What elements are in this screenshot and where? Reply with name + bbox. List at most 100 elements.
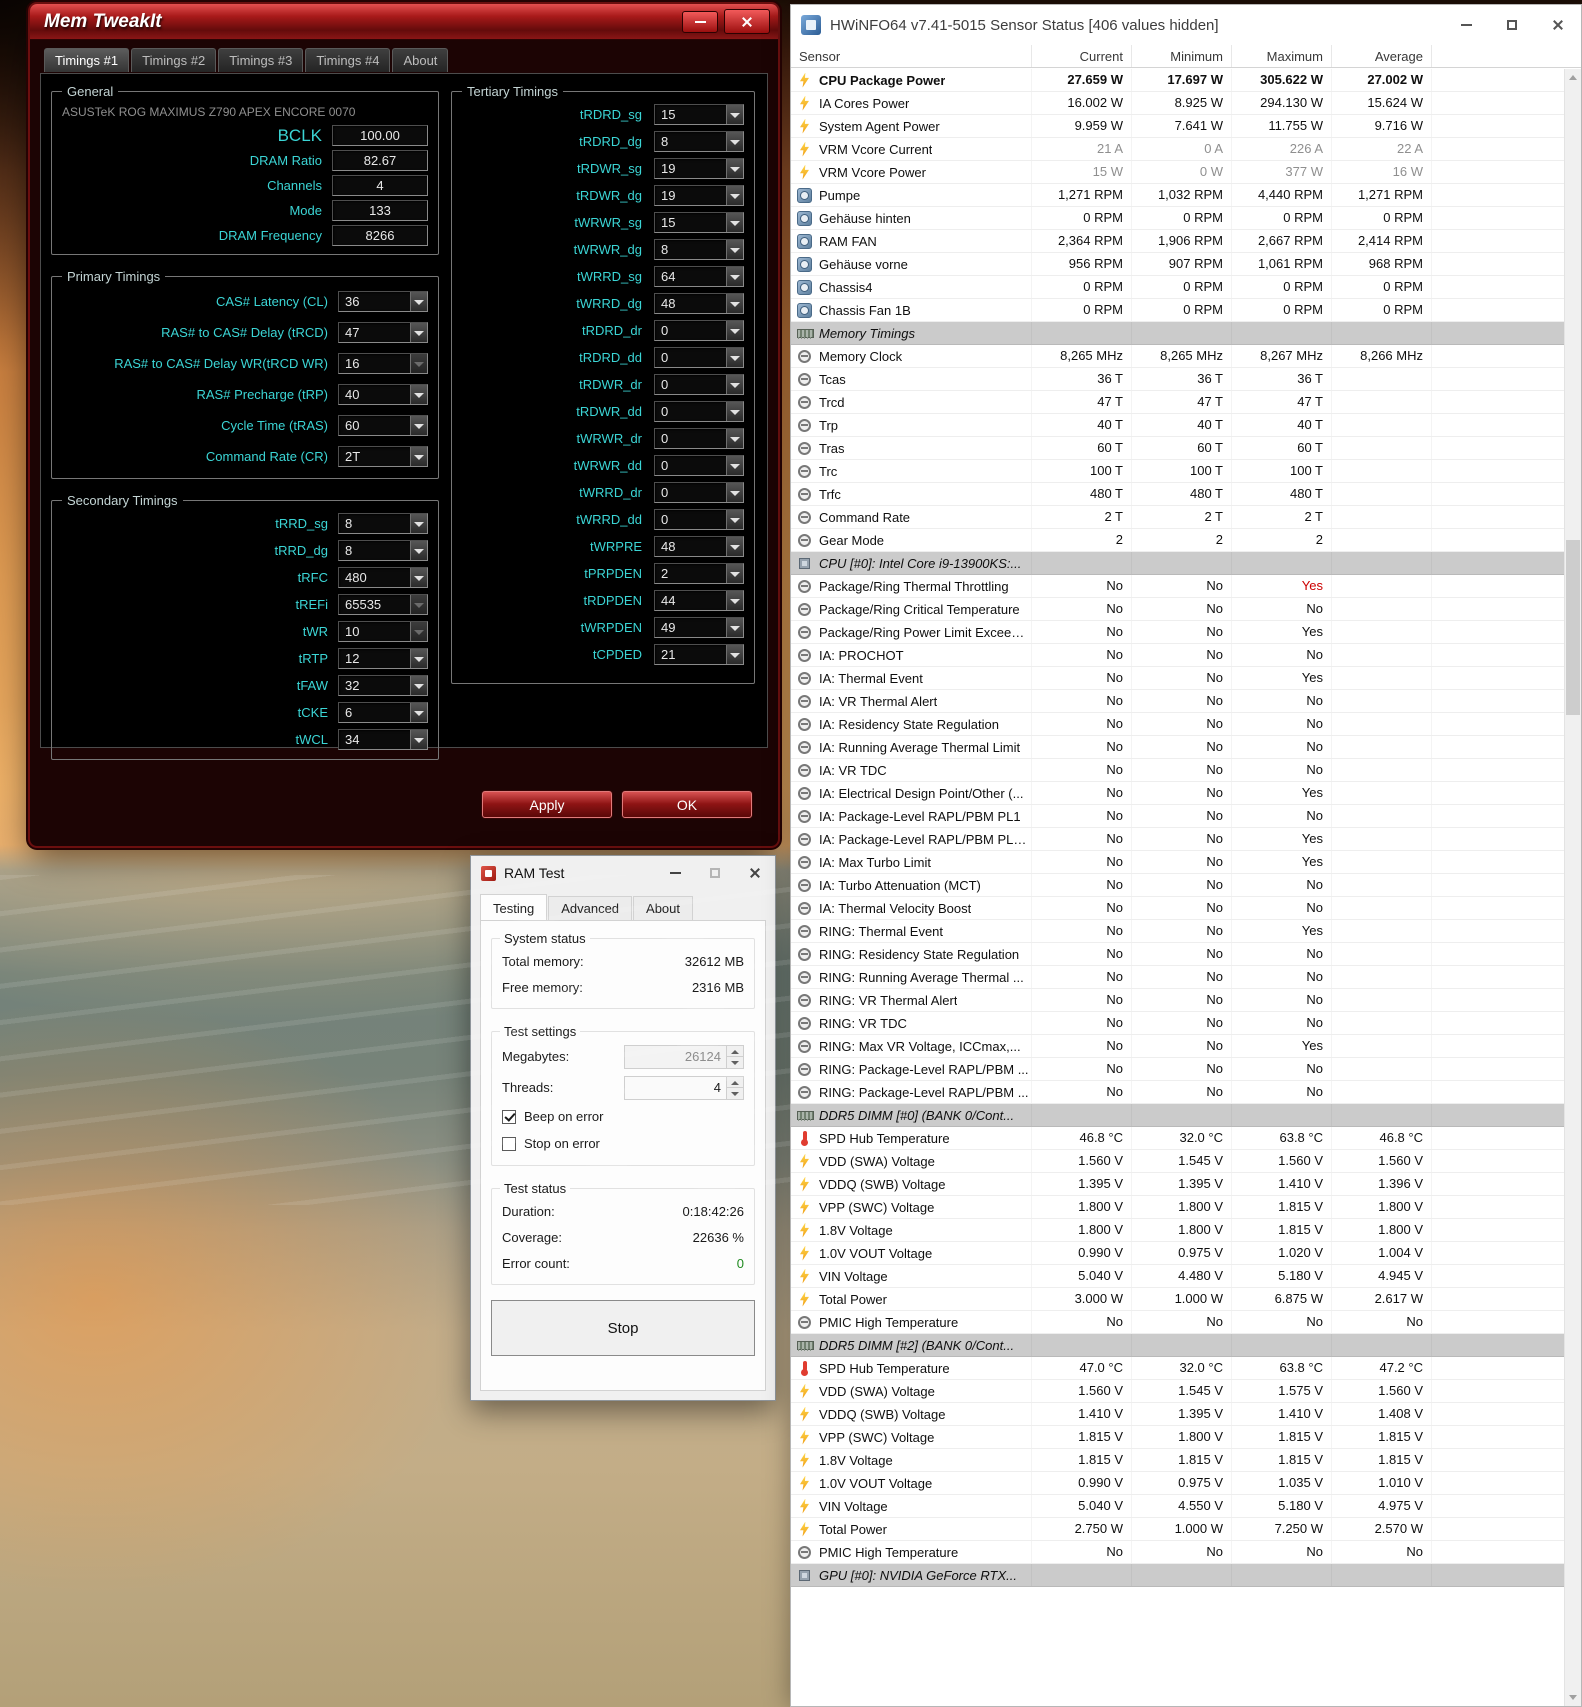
sensor-row[interactable]: IA: VR TDC No No No bbox=[791, 759, 1564, 782]
sensor-row[interactable]: RAM FAN 2,364 RPM 1,906 RPM 2,667 RPM 2,… bbox=[791, 230, 1564, 253]
column-header-sensor[interactable]: Sensor bbox=[791, 45, 1031, 67]
sensor-row[interactable]: GPU [#0]: NVIDIA GeForce RTX... bbox=[791, 1564, 1564, 1587]
sensor-row[interactable]: Tcas 36 T 36 T 36 T bbox=[791, 368, 1564, 391]
chevron-down-icon[interactable] bbox=[726, 321, 743, 340]
sensor-row[interactable]: IA: Turbo Attenuation (MCT) No No No bbox=[791, 874, 1564, 897]
timing-combobox[interactable]: 44 bbox=[654, 590, 744, 611]
timing-combobox[interactable]: 47 bbox=[338, 322, 428, 343]
chevron-down-icon[interactable] bbox=[410, 649, 427, 668]
sensor-row[interactable]: RING: VR TDC No No No bbox=[791, 1012, 1564, 1035]
sensor-row[interactable]: 1.8V Voltage 1.800 V 1.800 V 1.815 V 1.8… bbox=[791, 1219, 1564, 1242]
column-header-maximum[interactable]: Maximum bbox=[1231, 45, 1331, 67]
chevron-down-icon[interactable] bbox=[726, 132, 743, 151]
sensor-row[interactable]: VIN Voltage 5.040 V 4.480 V 5.180 V 4.94… bbox=[791, 1265, 1564, 1288]
timing-combobox[interactable]: 8 bbox=[338, 540, 428, 561]
sensor-row[interactable]: Package/Ring Critical Temperature No No … bbox=[791, 598, 1564, 621]
timing-combobox[interactable]: 34 bbox=[338, 729, 428, 750]
sensor-row[interactable]: RING: Thermal Event No No Yes bbox=[791, 920, 1564, 943]
chevron-down-icon[interactable] bbox=[726, 348, 743, 367]
memtweakit-close-button[interactable] bbox=[724, 9, 770, 34]
sensor-row[interactable]: Chassis4 0 RPM 0 RPM 0 RPM 0 RPM bbox=[791, 276, 1564, 299]
sensor-row[interactable]: Tras 60 T 60 T 60 T bbox=[791, 437, 1564, 460]
chevron-down-icon[interactable] bbox=[726, 159, 743, 178]
sensor-row[interactable]: Chassis Fan 1B 0 RPM 0 RPM 0 RPM 0 RPM bbox=[791, 299, 1564, 322]
sensor-row[interactable]: IA: Thermal Velocity Boost No No No bbox=[791, 897, 1564, 920]
timing-combobox[interactable]: 15 bbox=[654, 212, 744, 233]
threads-input[interactable]: 4 bbox=[624, 1075, 744, 1100]
timing-combobox[interactable]: 19 bbox=[654, 185, 744, 206]
sensor-row[interactable]: RING: Package-Level RAPL/PBM ... No No N… bbox=[791, 1081, 1564, 1104]
sensor-row[interactable]: Total Power 2.750 W 1.000 W 7.250 W 2.57… bbox=[791, 1518, 1564, 1541]
memtweakit-titlebar[interactable]: Mem TweakIt bbox=[30, 4, 778, 40]
timing-combobox[interactable]: 12 bbox=[338, 648, 428, 669]
sensor-row[interactable]: Package/Ring Power Limit Exceeded No No … bbox=[791, 621, 1564, 644]
timing-combobox[interactable]: 0 bbox=[654, 509, 744, 530]
sensor-row[interactable]: IA: Electrical Design Point/Other (... N… bbox=[791, 782, 1564, 805]
sensor-row[interactable]: Trfc 480 T 480 T 480 T bbox=[791, 483, 1564, 506]
hwinfo-close-button[interactable] bbox=[1535, 5, 1581, 45]
chevron-down-icon[interactable] bbox=[726, 483, 743, 502]
chevron-down-icon[interactable] bbox=[410, 292, 427, 311]
timing-combobox[interactable]: 2 bbox=[654, 563, 744, 584]
ramtest-minimize-button[interactable] bbox=[655, 856, 695, 890]
sensor-row[interactable]: IA Cores Power 16.002 W 8.925 W 294.130 … bbox=[791, 92, 1564, 115]
stepper-up-icon[interactable] bbox=[727, 1076, 743, 1088]
timing-combobox[interactable]: 32 bbox=[338, 675, 428, 696]
chevron-down-icon[interactable] bbox=[726, 537, 743, 556]
sensor-row[interactable]: RING: Max VR Voltage, ICCmax,... No No Y… bbox=[791, 1035, 1564, 1058]
sensor-row[interactable]: CPU [#0]: Intel Core i9-13900KS:... bbox=[791, 552, 1564, 575]
sensor-row[interactable]: PMIC High Temperature No No No No bbox=[791, 1541, 1564, 1564]
timing-combobox[interactable]: 64 bbox=[654, 266, 744, 287]
memtweakit-tab[interactable]: Timings #3 bbox=[218, 48, 304, 72]
timing-combobox[interactable]: 0 bbox=[654, 428, 744, 449]
ok-button[interactable]: OK bbox=[622, 791, 752, 818]
chevron-down-icon[interactable] bbox=[726, 186, 743, 205]
chevron-down-icon[interactable] bbox=[726, 105, 743, 124]
chevron-down-icon[interactable] bbox=[726, 564, 743, 583]
sensor-row[interactable]: VPP (SWC) Voltage 1.800 V 1.800 V 1.815 … bbox=[791, 1196, 1564, 1219]
scroll-up-icon[interactable] bbox=[1565, 69, 1581, 86]
chevron-down-icon[interactable] bbox=[410, 676, 427, 695]
sensor-row[interactable]: SPD Hub Temperature 47.0 °C 32.0 °C 63.8… bbox=[791, 1357, 1564, 1380]
sensor-row[interactable]: Pumpe 1,271 RPM 1,032 RPM 4,440 RPM 1,27… bbox=[791, 184, 1564, 207]
column-header-minimum[interactable]: Minimum bbox=[1131, 45, 1231, 67]
chevron-down-icon[interactable] bbox=[726, 510, 743, 529]
sensor-row[interactable]: Memory Timings bbox=[791, 322, 1564, 345]
timing-combobox[interactable]: 36 bbox=[338, 291, 428, 312]
sensor-row[interactable]: IA: PROCHOT No No No bbox=[791, 644, 1564, 667]
chevron-down-icon[interactable] bbox=[726, 213, 743, 232]
stepper-down-icon[interactable] bbox=[727, 1088, 743, 1099]
timing-combobox[interactable]: 15 bbox=[654, 104, 744, 125]
vertical-scrollbar[interactable] bbox=[1564, 69, 1581, 1706]
chevron-down-icon[interactable] bbox=[726, 591, 743, 610]
sensor-row[interactable]: Trc 100 T 100 T 100 T bbox=[791, 460, 1564, 483]
timing-combobox[interactable]: 16 bbox=[338, 353, 428, 374]
chevron-down-icon[interactable] bbox=[726, 267, 743, 286]
sensor-row[interactable]: IA: Max Turbo Limit No No Yes bbox=[791, 851, 1564, 874]
apply-button[interactable]: Apply bbox=[482, 791, 612, 818]
ramtest-titlebar[interactable]: RAM Test bbox=[471, 856, 775, 890]
chevron-down-icon[interactable] bbox=[410, 447, 427, 466]
sensor-row[interactable]: IA: Residency State Regulation No No No bbox=[791, 713, 1564, 736]
sensor-row[interactable]: RING: Running Average Thermal ... No No … bbox=[791, 966, 1564, 989]
timing-combobox[interactable]: 0 bbox=[654, 347, 744, 368]
sensor-row[interactable]: 1.0V VOUT Voltage 0.990 V 0.975 V 1.035 … bbox=[791, 1472, 1564, 1495]
sensor-row[interactable]: RING: VR Thermal Alert No No No bbox=[791, 989, 1564, 1012]
sensor-row[interactable]: Memory Clock 8,265 MHz 8,265 MHz 8,267 M… bbox=[791, 345, 1564, 368]
sensor-row[interactable]: CPU Package Power 27.659 W 17.697 W 305.… bbox=[791, 69, 1564, 92]
scroll-down-icon[interactable] bbox=[1565, 1689, 1581, 1706]
ramtest-close-button[interactable] bbox=[735, 856, 775, 890]
hwinfo-titlebar[interactable]: HWiNFO64 v7.41-5015 Sensor Status [406 v… bbox=[791, 5, 1581, 45]
column-header-current[interactable]: Current bbox=[1031, 45, 1131, 67]
stepper-up-icon[interactable] bbox=[727, 1045, 743, 1057]
checkbox-row[interactable]: Beep on error bbox=[492, 1103, 754, 1130]
checkbox[interactable] bbox=[502, 1136, 516, 1151]
memtweakit-tab[interactable]: Timings #4 bbox=[305, 48, 391, 72]
timing-combobox[interactable]: 10 bbox=[338, 621, 428, 642]
ramtest-maximize-button[interactable] bbox=[695, 856, 735, 890]
timing-combobox[interactable]: 60 bbox=[338, 415, 428, 436]
chevron-down-icon[interactable] bbox=[726, 645, 743, 664]
timing-combobox[interactable]: 49 bbox=[654, 617, 744, 638]
sensor-row[interactable]: Trp 40 T 40 T 40 T bbox=[791, 414, 1564, 437]
sensor-row[interactable]: RING: Residency State Regulation No No N… bbox=[791, 943, 1564, 966]
